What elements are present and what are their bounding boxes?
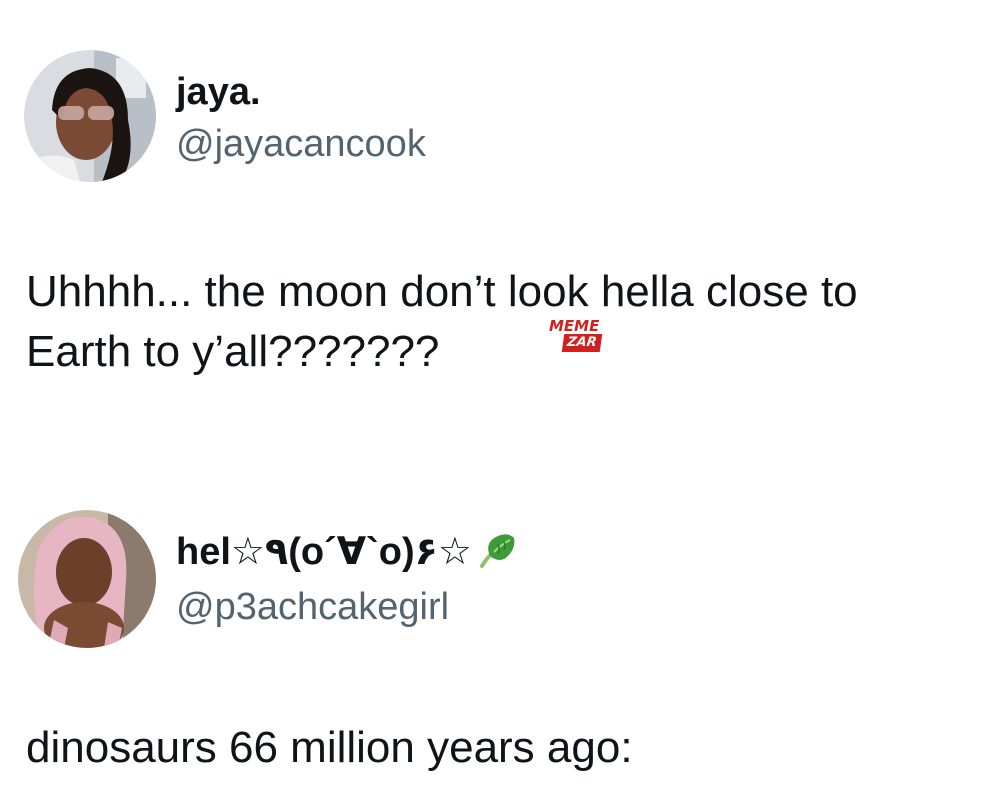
watermark-line-1: MEME xyxy=(549,317,600,335)
avatar[interactable] xyxy=(24,50,156,182)
display-name[interactable]: jaya. xyxy=(176,70,261,114)
display-name[interactable]: hel☆٩(o´∀`o)۶☆ xyxy=(176,530,518,580)
watermark-line-2: ZAR xyxy=(561,334,602,352)
tweet-jaya[interactable]: jaya. @jayacancook Uhhhh... the moon don… xyxy=(0,0,1000,470)
user-handle[interactable]: @p3achcakegirl xyxy=(176,585,449,629)
tweet-text: dinosaurs 66 million years ago: xyxy=(26,723,633,772)
memezar-watermark: MEME ZAR xyxy=(545,318,615,358)
display-name-text: hel☆٩(o´∀`o)۶☆ xyxy=(176,531,472,573)
avatar[interactable] xyxy=(18,510,156,648)
lettuce-icon xyxy=(478,530,518,580)
tweet-text: Uhhhh... the moon don’t look hella close… xyxy=(26,267,858,376)
user-handle[interactable]: @jayacancook xyxy=(176,122,426,166)
tweet-p3achcakegirl[interactable]: hel☆٩(o´∀`o)۶☆ @p3achcakegirl dinosaurs … xyxy=(0,490,1000,788)
